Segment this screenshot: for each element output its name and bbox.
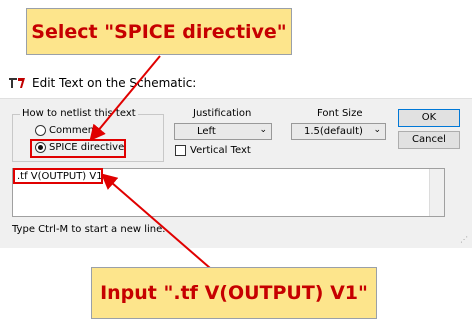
arrow-to-text-input bbox=[100, 173, 211, 269]
callout-input-text: Input ".tf V(OUTPUT) V1" bbox=[91, 267, 377, 319]
arrow-to-spice-directive bbox=[89, 55, 161, 142]
callout-input-text-text: Input ".tf V(OUTPUT) V1" bbox=[100, 282, 368, 304]
